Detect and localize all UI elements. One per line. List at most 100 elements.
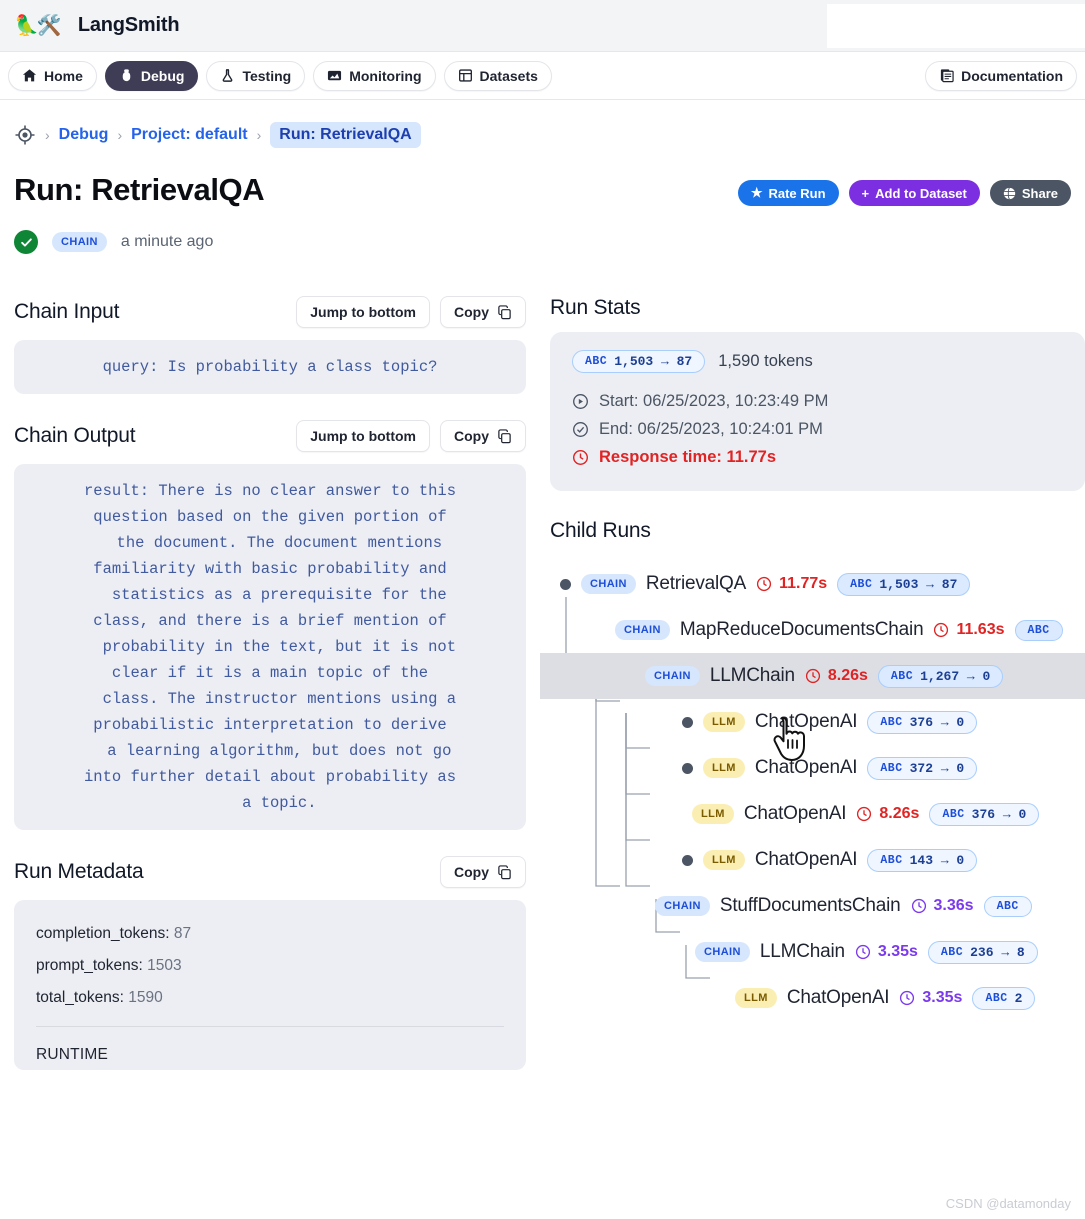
check-circle-outline-icon bbox=[572, 421, 589, 438]
chart-image-icon bbox=[327, 68, 342, 83]
abc-icon: ABC bbox=[850, 577, 873, 591]
chain-input-copy-label: Copy bbox=[454, 304, 489, 320]
clock-icon bbox=[933, 622, 950, 639]
chain-output-copy-button[interactable]: Copy bbox=[440, 420, 526, 452]
nav-item-datasets-label: Datasets bbox=[479, 67, 538, 84]
chain-input-jump-button[interactable]: Jump to bottom bbox=[296, 296, 430, 328]
breadcrumb-separator: › bbox=[256, 127, 262, 143]
add-to-dataset-button[interactable]: + Add to Dataset bbox=[848, 180, 980, 206]
token-summary-row: ABC 1,503 → 87 1,590 tokens bbox=[572, 350, 1063, 373]
documentation-label: Documentation bbox=[961, 67, 1063, 84]
chain-input-copy-button[interactable]: Copy bbox=[440, 296, 526, 328]
run-name: ChatOpenAI bbox=[786, 987, 890, 1008]
target-icon[interactable] bbox=[14, 124, 36, 146]
star-icon: ★ bbox=[750, 185, 763, 200]
run-name: StuffDocumentsChain bbox=[719, 895, 901, 916]
stat-start-text: Start: 06/25/2023, 10:23:49 PM bbox=[599, 392, 829, 410]
child-run-row-llmchain-hovered[interactable]: CHAIN LLMChain 8.26s ABC 1,267 → 0 bbox=[540, 653, 1085, 699]
child-run-row[interactable]: LLM ChatOpenAI 3.35s ABC 2 bbox=[550, 975, 1085, 1021]
nav-item-debug-label: Debug bbox=[140, 67, 185, 84]
child-run-row[interactable]: LLM ChatOpenAI ABC 143 → 0 bbox=[550, 837, 1085, 883]
breadcrumb-separator: › bbox=[117, 127, 123, 143]
run-metadata-copy-button[interactable]: Copy bbox=[440, 856, 526, 888]
nav-item-home[interactable]: Home bbox=[8, 60, 97, 91]
run-token-value: 1,503 → 87 bbox=[879, 576, 958, 592]
status-badge: CHAIN bbox=[52, 232, 107, 252]
flask-icon bbox=[220, 68, 235, 83]
nav-item-monitoring[interactable]: Monitoring bbox=[313, 60, 436, 91]
child-run-row[interactable]: LLM ChatOpenAI 8.26s ABC 376 → 0 bbox=[550, 791, 1085, 837]
run-stats-title: Run Stats bbox=[550, 296, 641, 319]
run-name: MapReduceDocumentsChain bbox=[679, 619, 924, 640]
stat-response-time-row: Response time: 11.77s bbox=[572, 443, 1063, 471]
nav-item-testing[interactable]: Testing bbox=[206, 60, 306, 91]
abc-icon: ABC bbox=[996, 899, 1019, 913]
chain-output-jump-label: Jump to bottom bbox=[310, 428, 416, 444]
metadata-value: 87 bbox=[173, 925, 192, 942]
breadcrumb-item-project[interactable]: Project: default bbox=[131, 126, 247, 144]
documentation-button[interactable]: Documentation bbox=[925, 60, 1077, 91]
chain-input-header: Chain Input Jump to bottom Copy bbox=[14, 296, 526, 328]
breadcrumb-item-debug[interactable]: Debug bbox=[59, 126, 109, 144]
run-name: LLMChain bbox=[709, 665, 795, 686]
share-button[interactable]: Share bbox=[989, 180, 1071, 206]
nav-item-datasets[interactable]: Datasets bbox=[443, 60, 552, 91]
nav-item-monitoring-label: Monitoring bbox=[349, 67, 422, 84]
chain-output-copy-label: Copy bbox=[454, 428, 489, 444]
main-nav: Home Debug Testing Monitoring Datasets D… bbox=[0, 52, 1085, 100]
run-stats-header: Run Stats bbox=[550, 296, 1085, 320]
grid-icon bbox=[458, 68, 473, 83]
run-metadata-card: completion_tokens: 87 prompt_tokens: 150… bbox=[14, 900, 526, 1070]
breadcrumb: › Debug › Project: default › Run: Retrie… bbox=[0, 100, 1085, 148]
clock-icon bbox=[855, 944, 872, 961]
copy-icon bbox=[497, 864, 512, 880]
run-token-badge: ABC 1,267 → 0 bbox=[877, 664, 1004, 688]
tree-node-dot bbox=[682, 716, 693, 728]
run-duration: 11.77s bbox=[756, 575, 827, 593]
run-type-badge: LLM bbox=[703, 850, 745, 870]
run-token-badge: ABC 1,503 → 87 bbox=[837, 572, 971, 596]
content-columns: Chain Input Jump to bottom Copy query: I… bbox=[0, 254, 1085, 1070]
breadcrumb-separator: › bbox=[45, 127, 50, 143]
copy-icon bbox=[497, 428, 512, 444]
run-token-value: 236 → 8 bbox=[970, 944, 1025, 960]
run-duration-text: 8.26s bbox=[827, 667, 868, 684]
parrot-tools-icon: 🦜🛠️ bbox=[14, 14, 62, 37]
run-metadata-copy-label: Copy bbox=[454, 864, 489, 880]
child-run-row[interactable]: CHAIN LLMChain 3.35s ABC 236 → 8 bbox=[550, 929, 1085, 975]
run-token-badge: ABC bbox=[1014, 619, 1063, 641]
token-badge: ABC 1,503 → 87 bbox=[572, 350, 706, 373]
tree-node-dot bbox=[560, 578, 571, 590]
child-run-row[interactable]: CHAIN StuffDocumentsChain 3.36s ABC bbox=[550, 883, 1085, 929]
child-run-row[interactable]: LLM ChatOpenAI ABC 376 → 0 bbox=[550, 699, 1085, 745]
abc-icon: ABC bbox=[1027, 623, 1050, 637]
breadcrumb-item-current[interactable]: Run: RetrievalQA bbox=[270, 122, 421, 148]
run-duration: 11.63s bbox=[933, 621, 1005, 639]
metadata-key: total_tokens: bbox=[36, 989, 124, 1006]
child-run-row[interactable]: CHAIN MapReduceDocumentsChain 11.63s ABC bbox=[550, 607, 1085, 653]
run-token-value: 372 → 0 bbox=[909, 760, 965, 776]
nav-item-debug[interactable]: Debug bbox=[104, 60, 199, 91]
page-title-row: Run: RetrievalQA ★ Rate Run + Add to Dat… bbox=[0, 148, 1085, 208]
run-name: LLMChain bbox=[759, 941, 845, 962]
child-run-row[interactable]: CHAIN RetrievalQA 11.77s ABC 1,503 → 87 bbox=[550, 561, 1085, 607]
run-token-value: 376 → 0 bbox=[971, 806, 1027, 822]
header-right-panel bbox=[827, 4, 1085, 48]
run-duration-text: 8.26s bbox=[879, 805, 920, 822]
rate-run-button[interactable]: ★ Rate Run bbox=[737, 180, 839, 206]
book-icon bbox=[939, 68, 954, 83]
chain-output-jump-button[interactable]: Jump to bottom bbox=[296, 420, 430, 452]
abc-icon: ABC bbox=[585, 355, 608, 368]
pointing-hand-cursor bbox=[770, 716, 810, 762]
child-run-row[interactable]: LLM ChatOpenAI ABC 372 → 0 bbox=[550, 745, 1085, 791]
run-duration-text: 3.36s bbox=[933, 897, 974, 914]
run-type-badge: CHAIN bbox=[695, 942, 750, 962]
token-badge-value: 1,503 → 87 bbox=[614, 354, 693, 369]
watermark: CSDN @datamonday bbox=[945, 1196, 1071, 1211]
run-duration-text: 3.35s bbox=[877, 943, 918, 960]
play-circle-icon bbox=[572, 393, 589, 410]
metadata-value: 1590 bbox=[128, 989, 163, 1006]
run-token-badge: ABC 372 → 0 bbox=[867, 756, 978, 780]
abc-icon: ABC bbox=[940, 945, 964, 959]
clock-icon bbox=[805, 668, 822, 685]
